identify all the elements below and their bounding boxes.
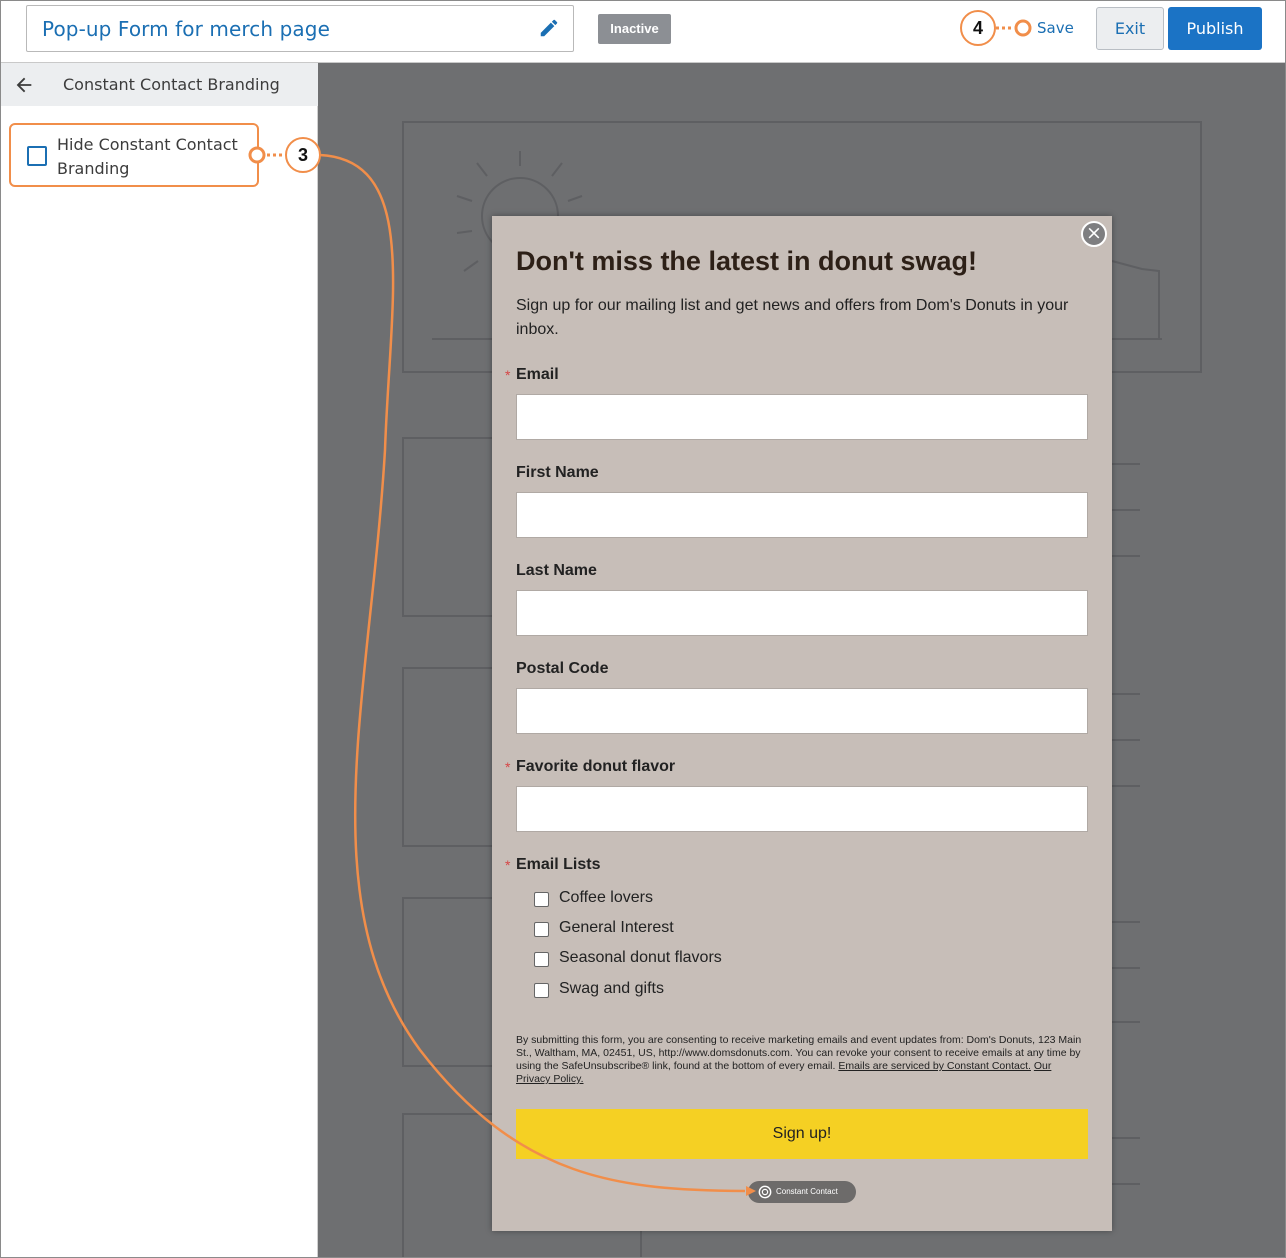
required-marker: * xyxy=(505,759,511,775)
wireframe-line xyxy=(1112,785,1140,787)
settings-sidebar: Constant Contact Branding Hide Constant … xyxy=(1,63,318,1257)
list-label: Swag and gifts xyxy=(559,980,664,997)
list-checkbox[interactable] xyxy=(534,952,549,967)
wireframe-line xyxy=(1112,463,1140,465)
wireframe-line xyxy=(1112,921,1140,923)
sidebar-title: Constant Contact Branding xyxy=(63,75,280,94)
email-label: Email xyxy=(516,366,559,383)
required-marker: * xyxy=(505,367,511,383)
email-lists-label: Email Lists xyxy=(516,856,601,873)
back-arrow-icon[interactable] xyxy=(13,74,35,96)
signup-button[interactable]: Sign up! xyxy=(516,1109,1088,1159)
first-name-label: First Name xyxy=(516,464,599,481)
list-label: General Interest xyxy=(559,919,674,936)
save-button[interactable]: Save xyxy=(1037,19,1074,37)
wireframe-line xyxy=(1112,1021,1140,1023)
list-label: Coffee lovers xyxy=(559,889,653,906)
wireframe-line xyxy=(1112,555,1140,557)
form-title: Pop-up Form for merch page xyxy=(42,17,330,41)
list-checkbox[interactable] xyxy=(534,892,549,907)
wireframe-line xyxy=(1112,739,1140,741)
list-label: Seasonal donut flavors xyxy=(559,949,722,966)
postal-code-field[interactable] xyxy=(516,688,1088,734)
status-badge: Inactive xyxy=(598,14,671,44)
wireframe-line xyxy=(1112,693,1140,695)
list-checkbox[interactable] xyxy=(534,922,549,937)
constant-contact-branding-badge: Constant Contact xyxy=(748,1181,856,1203)
wireframe-line xyxy=(1112,1137,1140,1139)
constant-contact-logo-icon xyxy=(758,1185,772,1199)
first-name-field[interactable] xyxy=(516,492,1088,538)
hide-branding-checkbox[interactable] xyxy=(27,146,47,166)
popup-title: Don't miss the latest in donut swag! xyxy=(516,246,977,276)
list-checkbox[interactable] xyxy=(534,983,549,998)
wireframe-line xyxy=(1112,967,1140,969)
last-name-field[interactable] xyxy=(516,590,1088,636)
exit-button[interactable]: Exit xyxy=(1096,7,1164,50)
pencil-icon[interactable] xyxy=(538,17,560,39)
popup-form-preview: × Don't miss the latest in donut swag! S… xyxy=(492,216,1112,1231)
wireframe-line xyxy=(1112,1183,1140,1185)
required-marker: * xyxy=(505,857,511,873)
popup-description: Sign up for our mailing list and get new… xyxy=(516,297,1069,338)
publish-button[interactable]: Publish xyxy=(1168,7,1262,50)
consent-text: By submitting this form, you are consent… xyxy=(516,1034,1086,1086)
form-title-field[interactable]: Pop-up Form for merch page xyxy=(26,5,574,52)
postal-code-label: Postal Code xyxy=(516,660,609,677)
step-4-callout: 4 xyxy=(960,10,996,46)
serviced-by-link[interactable]: Emails are serviced by Constant Contact. xyxy=(838,1060,1031,1072)
step-3-callout: 3 xyxy=(285,137,321,173)
favorite-flavor-label: Favorite donut flavor xyxy=(516,758,676,775)
top-bar: Pop-up Form for merch page Inactive Save… xyxy=(1,1,1285,63)
favorite-flavor-field[interactable] xyxy=(516,786,1088,832)
hide-branding-option[interactable]: Hide Constant Contact Branding xyxy=(9,123,259,187)
wireframe-line xyxy=(1112,509,1140,511)
branding-badge-label: Constant Contact xyxy=(776,1187,838,1196)
sidebar-header: Constant Contact Branding xyxy=(1,63,318,106)
last-name-label: Last Name xyxy=(516,562,597,579)
hide-branding-label: Hide Constant Contact Branding xyxy=(57,135,238,178)
close-icon[interactable]: × xyxy=(1081,221,1107,247)
email-field[interactable] xyxy=(516,394,1088,440)
